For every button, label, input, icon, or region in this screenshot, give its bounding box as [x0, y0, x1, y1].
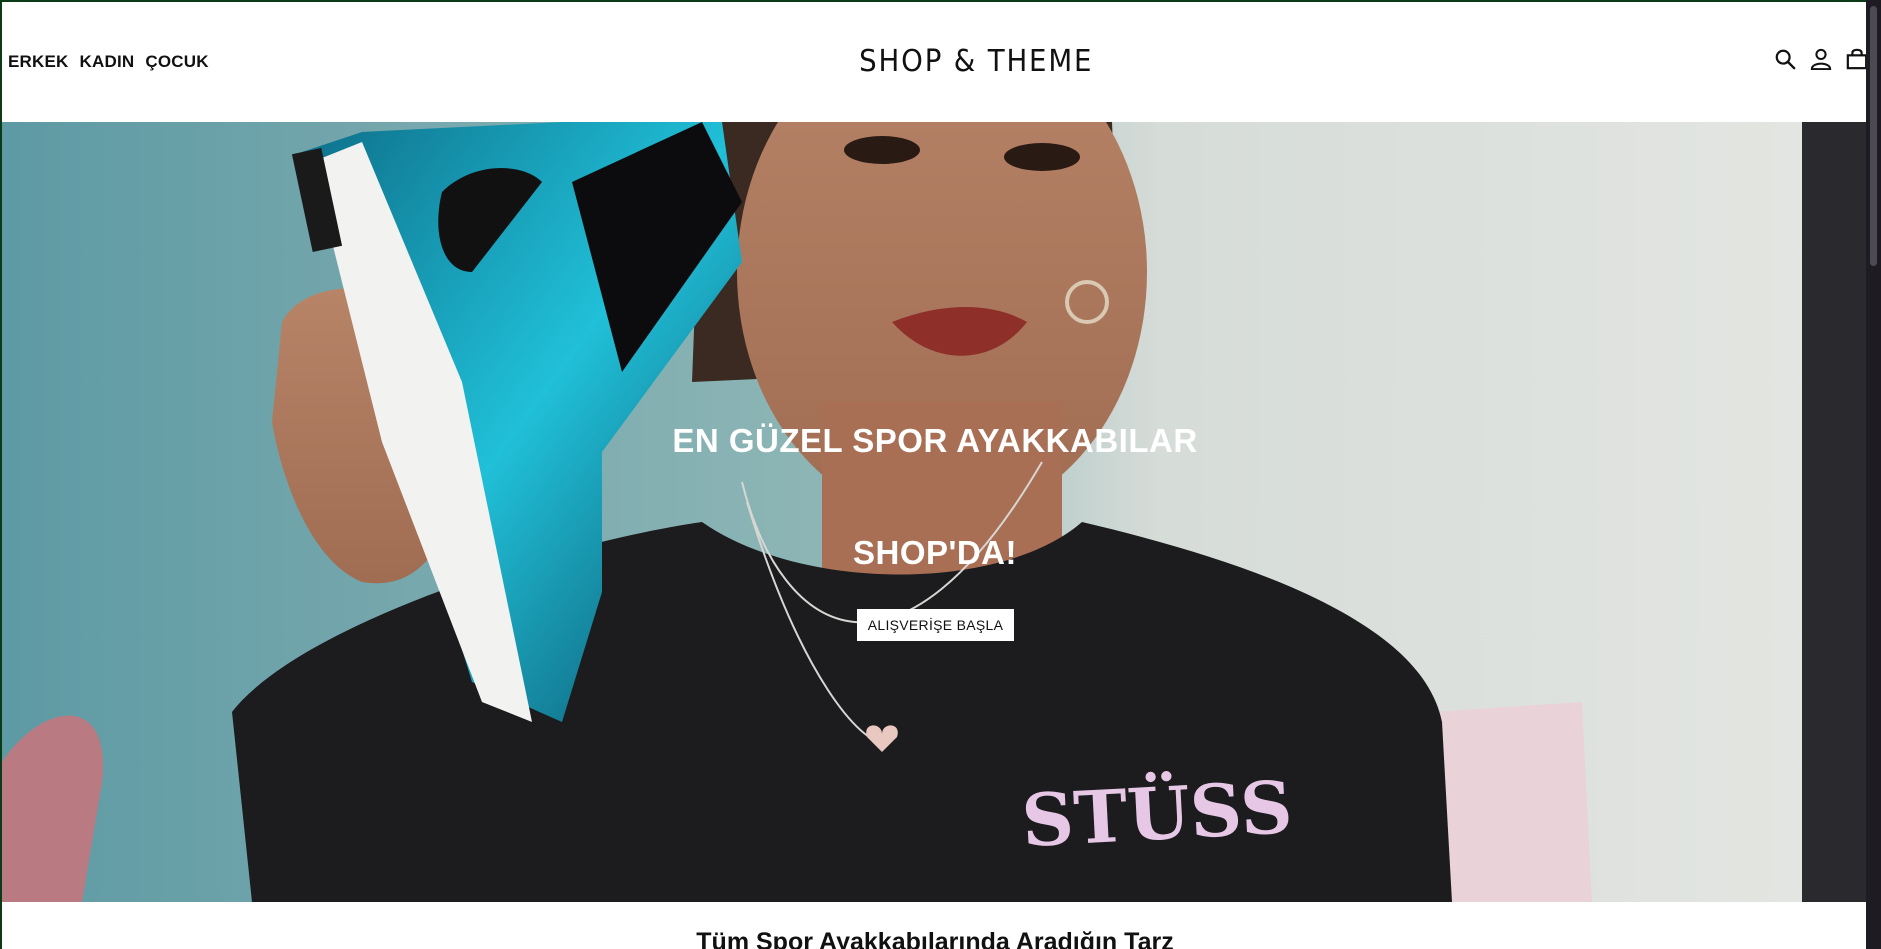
page: ERKEK KADIN ÇOCUK SHOP & THEME STÜSS EN …: [0, 0, 1866, 949]
hero-image: STÜSS: [2, 122, 1866, 902]
page-scrollbar[interactable]: [1866, 0, 1881, 949]
search-icon[interactable]: [1774, 48, 1796, 70]
hero-banner: STÜSS EN GÜZEL SPOR AYAKKABILAR SHOP'DA!…: [2, 122, 1866, 902]
site-logo[interactable]: SHOP & THEME: [2, 44, 1866, 79]
hero-title-line2: SHOP'DA!: [852, 534, 1018, 571]
shirt-print-text: STÜSS: [1020, 763, 1295, 863]
logo-text: SHOP & THEME: [858, 44, 1094, 79]
cart-icon[interactable]: [1846, 48, 1866, 70]
hero-title-line1: EN GÜZEL SPOR AYAKKABILAR: [672, 422, 1198, 459]
start-shopping-button[interactable]: ALIŞVERİŞE BAŞLA: [857, 609, 1014, 641]
account-icon[interactable]: [1810, 48, 1832, 70]
header-icons: [1774, 48, 1866, 70]
section-title: Tüm Spor Ayakkabılarında Aradığın Tarz: [696, 928, 1174, 949]
site-header: ERKEK KADIN ÇOCUK SHOP & THEME: [2, 2, 1866, 122]
scrollbar-thumb[interactable]: [1870, 6, 1877, 266]
